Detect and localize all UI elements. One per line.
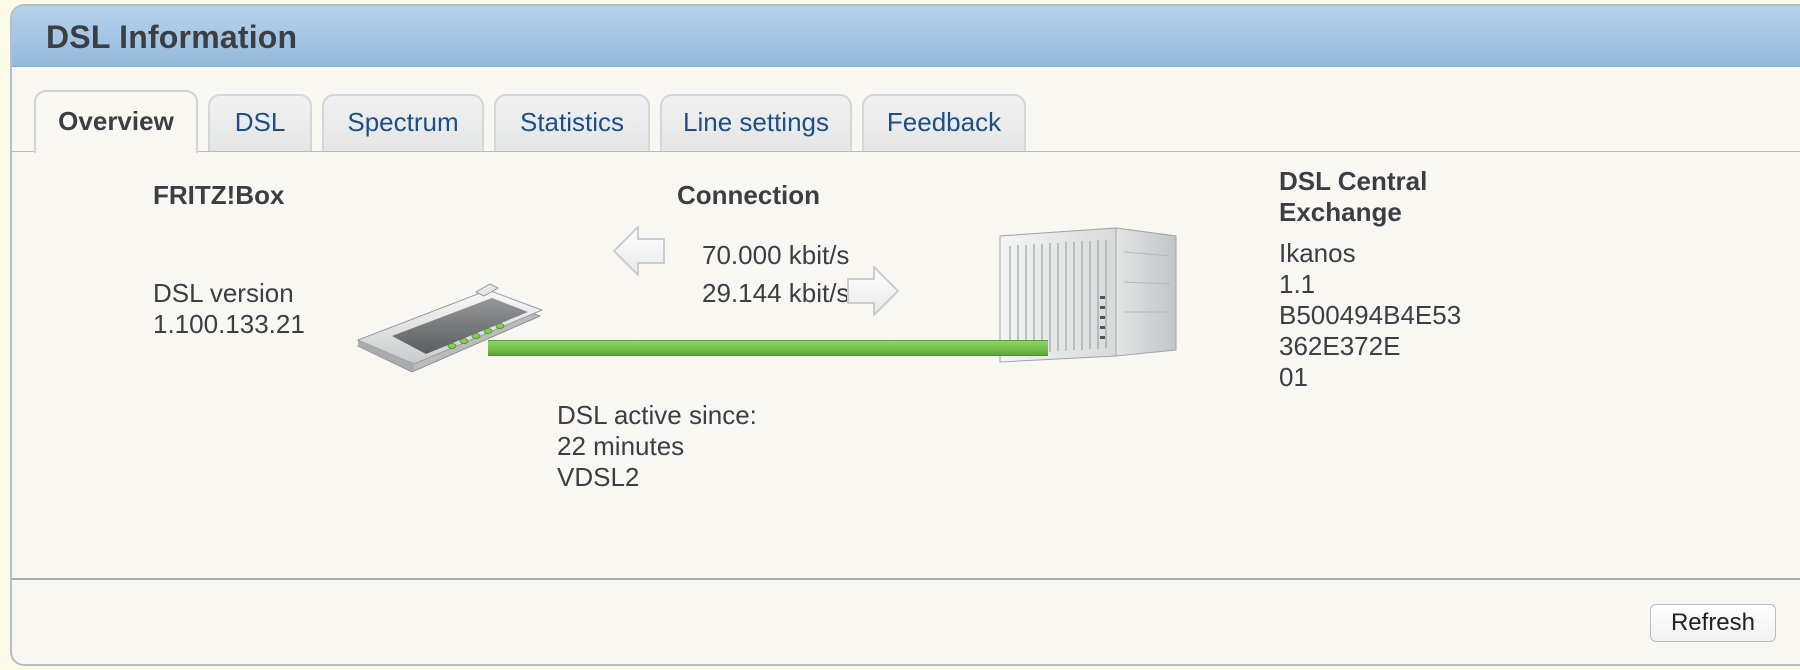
dsl-information-panel: DSL Information Overview DSL Spectrum St… bbox=[10, 4, 1800, 666]
dsl-version-value: 1.100.133.21 bbox=[153, 309, 305, 339]
arrow-left-icon bbox=[613, 226, 665, 276]
tab-statistics[interactable]: Statistics bbox=[494, 94, 650, 151]
tab-line-settings[interactable]: Line settings bbox=[660, 94, 852, 151]
exchange-details: Ikanos 1.1 B500494B4E53 362E372E 01 bbox=[1279, 238, 1461, 393]
refresh-button[interactable]: Refresh bbox=[1650, 604, 1776, 642]
footer-divider bbox=[12, 578, 1800, 580]
arrow-right-icon bbox=[847, 266, 899, 316]
exchange-heading-line2: Exchange bbox=[1279, 197, 1402, 227]
fritzbox-heading: FRITZ!Box bbox=[153, 180, 285, 210]
title-bar: DSL Information bbox=[12, 6, 1800, 67]
tab-bar: Overview DSL Spectrum Statistics Line se… bbox=[12, 90, 1800, 153]
dsl-mode: VDSL2 bbox=[557, 462, 640, 492]
dsl-cable bbox=[488, 340, 1048, 356]
exchange-vendor-version: 1.1 bbox=[1279, 269, 1316, 299]
exchange-version-code: 362E372E bbox=[1279, 331, 1401, 361]
exchange-code: 01 bbox=[1279, 362, 1308, 392]
exchange-vendor: Ikanos bbox=[1279, 238, 1356, 268]
overview-content: FRITZ!Box DSL version 1.100.133.21 Conne… bbox=[12, 152, 1800, 578]
dsl-active-duration: 22 minutes bbox=[557, 431, 685, 461]
downstream-rate: 70.000 kbit/s bbox=[702, 240, 850, 270]
dsl-active-info: DSL active since: 22 minutes VDSL2 bbox=[557, 400, 757, 493]
tab-overview[interactable]: Overview bbox=[34, 90, 198, 153]
exchange-heading-line1: DSL Central bbox=[1279, 166, 1428, 196]
dsl-version-label: DSL version bbox=[153, 278, 294, 308]
tab-feedback[interactable]: Feedback bbox=[862, 94, 1026, 151]
exchange-heading: DSL Central Exchange bbox=[1279, 166, 1427, 228]
page-title: DSL Information bbox=[46, 19, 298, 55]
exchange-vendor-id: B500494B4E53 bbox=[1279, 300, 1462, 330]
fritzbox-version: DSL version 1.100.133.21 bbox=[153, 278, 305, 340]
connection-heading: Connection bbox=[677, 180, 820, 210]
tab-dsl[interactable]: DSL bbox=[208, 94, 312, 151]
dsl-active-label: DSL active since: bbox=[557, 400, 757, 430]
upstream-rate: 29.144 kbit/s bbox=[702, 278, 850, 308]
router-icon bbox=[356, 283, 544, 373]
tab-spectrum[interactable]: Spectrum bbox=[322, 94, 484, 151]
